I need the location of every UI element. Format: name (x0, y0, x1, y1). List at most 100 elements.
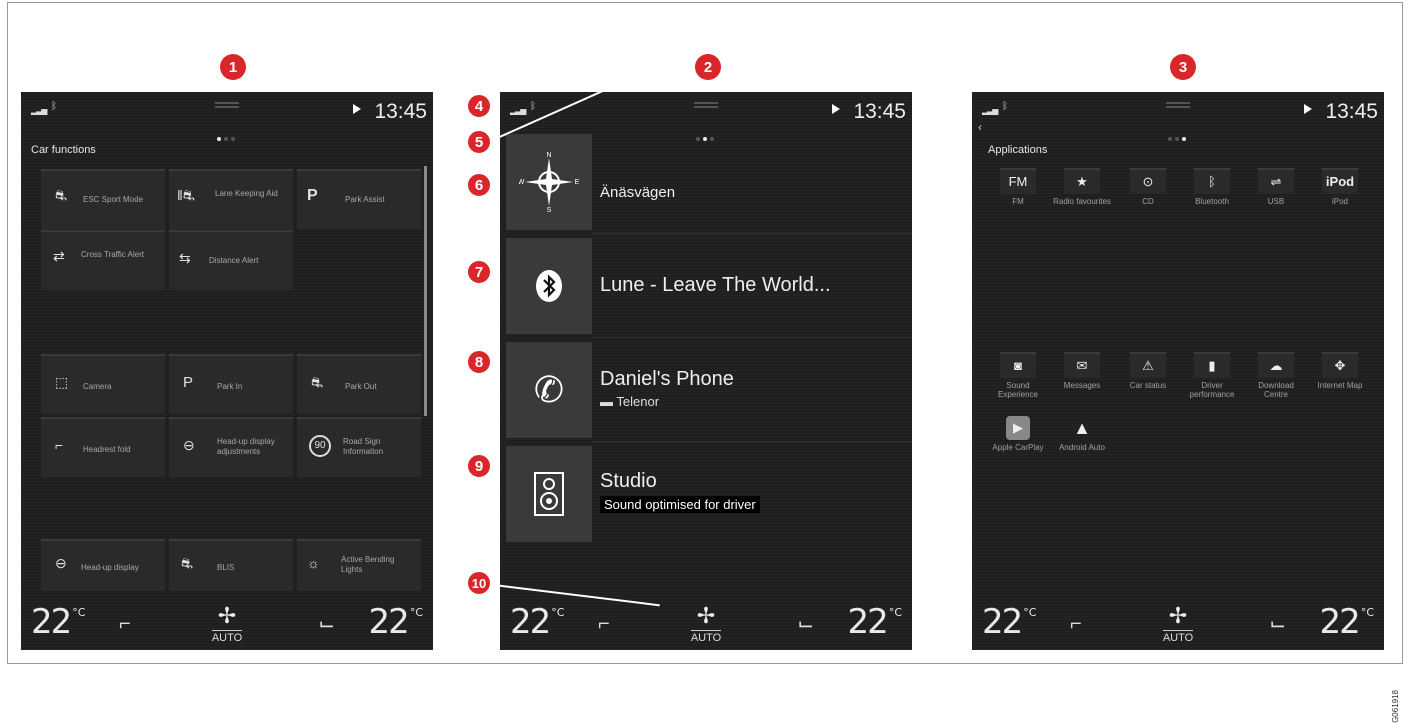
left-temperature[interactable]: 22 °C (31, 602, 85, 642)
signal-icon: ▂▃▅ (31, 106, 48, 115)
right-seat-heat-icon[interactable]: ⌙ (797, 611, 814, 636)
bluetooth-icon (506, 238, 592, 334)
app-cd[interactable]: ⊙ CD (1118, 168, 1178, 238)
tile-park-assist[interactable]: P Park Assist (297, 169, 421, 229)
tile-esc-sport-mode[interactable]: ⛐ ESC Sport Mode (41, 169, 165, 229)
internet-map-icon: ✥ (1322, 352, 1358, 378)
left-seat-heat-icon[interactable]: ⌐ (119, 613, 131, 636)
play-icon (832, 104, 840, 114)
bending-lights-icon: ☼ (307, 555, 320, 571)
climate-bar: 22 °C ⌐ ✢ AUTO ⌙ 22 °C (21, 590, 433, 650)
app-download-centre[interactable]: ☁ Download Centre (1246, 352, 1306, 422)
fan-icon: ✢ (1168, 603, 1188, 628)
download-centre-icon: ☁ (1258, 352, 1294, 378)
park-in-icon: P (183, 374, 194, 391)
bluetooth-status-icon: ᛒ (530, 101, 536, 112)
tile-headrest-fold[interactable]: ⌐ Headrest fold (41, 417, 165, 477)
top-view-handle[interactable] (1166, 102, 1190, 108)
callout-badge-8: 8 (466, 349, 492, 375)
tile-road-sign-information[interactable]: 90 Road Sign Information (297, 417, 421, 477)
app-apple-carplay[interactable]: ▶ Apple CarPlay (988, 416, 1048, 486)
media-tile[interactable]: Lune - Leave The World... (506, 238, 912, 338)
tile-label: Road Sign Information (343, 437, 384, 456)
left-temperature[interactable]: 22 °C (510, 602, 564, 642)
tile-lane-keeping-aid[interactable]: ‖⛐ Lane Keeping Aid (169, 169, 293, 229)
app-radio-favourites[interactable]: ★ Radio favourites (1052, 168, 1112, 238)
phone-tile[interactable]: ✆ Daniel's Phone ▬ Telenor (506, 342, 912, 442)
tile-camera[interactable]: ⬚ Camera (41, 354, 165, 414)
app-driver-performance[interactable]: ▮ Driver performance (1182, 352, 1242, 422)
fan-auto-control[interactable]: ✢ AUTO (1153, 604, 1203, 646)
tile-park-out[interactable]: ⛐ Park Out (297, 354, 421, 414)
tile-label: Camera (83, 382, 112, 391)
app-android-auto[interactable]: ▲ Android Auto (1052, 416, 1112, 486)
app-fm[interactable]: FM FM (988, 168, 1048, 238)
lane-keeping-icon: ‖⛐ (177, 187, 195, 203)
app-car-status[interactable]: ⚠ Car status (1118, 352, 1178, 422)
right-temperature[interactable]: 22 °C (1320, 602, 1374, 642)
callout-badge-7: 7 (466, 259, 492, 285)
app-internet-map[interactable]: ✥ Internet Map (1310, 352, 1370, 422)
tile-park-in[interactable]: P Park In (169, 354, 293, 414)
phone-name: Daniel's Phone (600, 368, 734, 390)
radio-favourites-icon: ★ (1064, 168, 1100, 194)
tile-label: Distance Alert (209, 256, 259, 265)
callout-badge-6: 6 (466, 172, 492, 198)
tile-label: Cross Traffic Alert (81, 250, 144, 259)
audio-tile[interactable]: Studio Sound optimised for driver (506, 446, 912, 546)
right-temperature[interactable]: 22 °C (369, 602, 423, 642)
figure-code: G061918 (1391, 690, 1400, 723)
bluetooth-status-icon: ᛒ (51, 101, 57, 112)
left-seat-heat-icon[interactable]: ⌐ (598, 613, 610, 636)
fan-auto-control[interactable]: ✢ AUTO (681, 604, 731, 646)
navigation-tile[interactable]: N E S W Änäsvägen (506, 134, 912, 234)
clock: 13:45 (374, 100, 427, 123)
tile-label: Active Bending Lights (341, 555, 395, 574)
tile-label: Park Assist (345, 195, 385, 204)
left-temperature[interactable]: 22 °C (982, 602, 1036, 642)
messages-icon: ✉ (1064, 352, 1100, 378)
tile-head-up-adjustments[interactable]: ⊖ Head-up display adjustments (169, 417, 293, 477)
compass-south-label: S (547, 207, 552, 212)
top-view-handle[interactable] (694, 102, 718, 108)
play-icon (1304, 104, 1312, 114)
compass-north-label: N (546, 152, 551, 159)
right-seat-heat-icon[interactable]: ⌙ (318, 611, 335, 636)
callout-badge-9: 9 (466, 453, 492, 479)
scrollbar[interactable] (424, 166, 427, 416)
app-usb[interactable]: ⇌ USB (1246, 168, 1306, 238)
page-indicator (217, 128, 241, 141)
right-seat-heat-icon[interactable]: ⌙ (1269, 611, 1286, 636)
tile-distance-alert[interactable]: ⇆ Distance Alert (169, 230, 293, 290)
app-sound-experience[interactable]: ◙ Sound Experience (988, 352, 1048, 422)
app-bluetooth[interactable]: ᛒ Bluetooth (1182, 168, 1242, 238)
back-arrow-icon[interactable]: ‹ (978, 120, 982, 134)
play-icon (353, 104, 361, 114)
tile-active-bending-lights[interactable]: ☼ Active Bending Lights (297, 539, 421, 591)
callout-badge-1: 1 (220, 54, 246, 80)
audio-profile: Studio (600, 470, 657, 492)
sound-experience-icon: ◙ (1000, 352, 1036, 378)
tile-head-up-display[interactable]: ⊖ Head-up display (41, 539, 165, 591)
climate-bar: 22 °C ⌐ ✢ AUTO ⌙ 22 °C (500, 590, 912, 650)
fan-auto-control[interactable]: ✢ AUTO (202, 604, 252, 646)
tile-label: Head-up display (81, 563, 139, 572)
android-auto-icon: ▲ (1073, 418, 1091, 438)
right-temperature[interactable]: 22 °C (848, 602, 902, 642)
app-ipod[interactable]: iPod iPod (1310, 168, 1370, 238)
tile-blis[interactable]: ⛐ BLIS (169, 539, 293, 591)
ipod-icon: iPod (1322, 168, 1358, 194)
tile-cross-traffic-alert[interactable]: ⇄ Cross Traffic Alert (41, 230, 165, 290)
now-playing-track: Lune - Leave The World... (600, 274, 831, 296)
top-view-handle[interactable] (215, 102, 239, 108)
audio-profile-sub: Sound optimised for driver (600, 496, 760, 513)
blis-icon: ⛐ (181, 555, 194, 571)
speaker-icon (506, 446, 592, 542)
left-seat-heat-icon[interactable]: ⌐ (1070, 613, 1082, 636)
home-screen: ▂▃▅ ᛒ 13:45 N E S W Änäsvägen Lune - Lea… (500, 92, 912, 650)
fm-icon: FM (1000, 168, 1036, 194)
tile-label: ESC Sport Mode (83, 195, 144, 204)
app-messages[interactable]: ✉ Messages (1052, 352, 1112, 422)
head-up-adjust-icon: ⊖ (183, 437, 195, 453)
road-sign-icon: 90 (309, 435, 331, 457)
